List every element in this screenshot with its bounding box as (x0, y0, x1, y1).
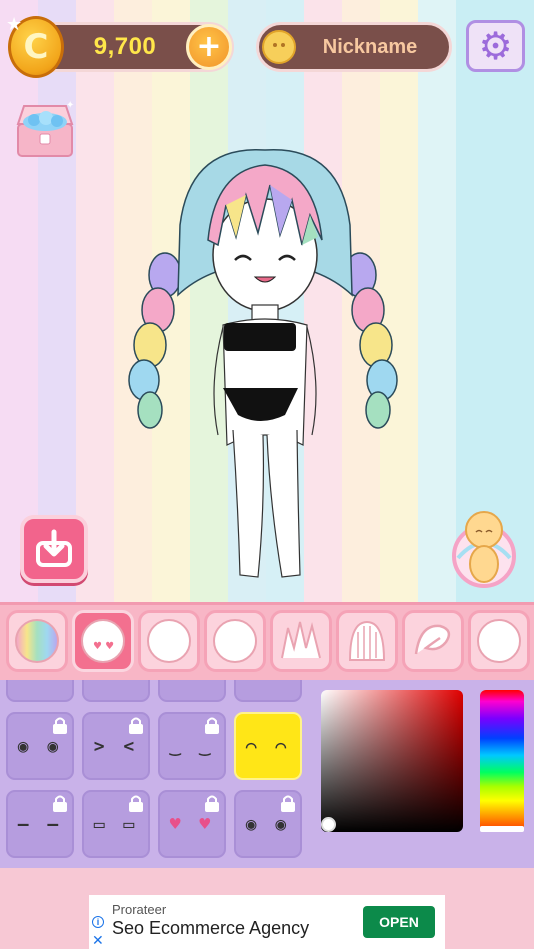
rainbow-swatch-icon (15, 619, 59, 663)
hue-slider[interactable] (480, 690, 524, 832)
lock-icon (281, 795, 295, 812)
lock-icon (205, 717, 219, 734)
smiley-face-icon (262, 30, 296, 64)
svg-text:✦: ✦ (66, 100, 74, 111)
save-download-button[interactable] (20, 515, 88, 583)
tile-partial[interactable] (6, 680, 74, 702)
lock-icon (129, 717, 143, 734)
gem-chest-icon[interactable]: ✦ (14, 96, 76, 160)
face-blank-icon (477, 619, 521, 663)
expression-tile[interactable]: — — (6, 790, 74, 858)
color-picker-handle[interactable] (321, 817, 336, 832)
expression-tile-selected[interactable]: ⌒ ⌒ (234, 712, 302, 780)
hue-slider-handle[interactable] (480, 826, 524, 832)
ad-close-icon[interactable]: ✕ (92, 932, 104, 949)
face-closed-eyes-icon (147, 619, 191, 663)
face-mouth-icon (213, 619, 257, 663)
ad-title[interactable]: Seo Ecommerce Agency (112, 918, 309, 939)
sparkle-icon: ★ (6, 14, 23, 35)
tab-face-mouth[interactable] (204, 610, 266, 672)
tab-hair-swirl[interactable] (402, 610, 464, 672)
plus-icon: + (196, 29, 222, 64)
expression-tile[interactable]: > < (82, 712, 150, 780)
download-icon (36, 529, 72, 567)
expression-tile[interactable]: ♥ ♥ (158, 790, 226, 858)
expression-preview: — — (17, 813, 63, 835)
straight-hair-icon (348, 620, 386, 661)
tile-partial[interactable] (234, 680, 302, 702)
expression-preview: > < (93, 735, 139, 757)
baby-pose-button[interactable] (448, 508, 520, 592)
rainbow-braid-left (128, 252, 182, 429)
swirl-hair-icon (414, 624, 451, 655)
lock-icon (53, 795, 67, 812)
expression-preview: ‿ ‿ (169, 735, 215, 757)
ad-open-button[interactable]: OPEN (363, 906, 435, 938)
gear-icon: ⚙ (478, 24, 513, 68)
tab-hair-straight[interactable] (336, 610, 398, 672)
ad-info-icon[interactable]: i (92, 916, 104, 928)
settings-button[interactable]: ⚙ (466, 20, 525, 72)
expression-preview: ◉ ◉ (245, 813, 291, 835)
avatar-character (128, 149, 398, 578)
add-coins-button[interactable]: + (186, 24, 232, 70)
expression-tile[interactable]: ‿ ‿ (158, 712, 226, 780)
tab-face-eyes-pink[interactable]: ♥ ♥ (72, 610, 134, 672)
tab-color-rainbow[interactable] (6, 610, 68, 672)
tab-face-closed[interactable] (138, 610, 200, 672)
tab-hair-spiky[interactable] (270, 610, 332, 672)
face-pink-eyes-icon: ♥ ♥ (81, 619, 125, 663)
coin-balance: 9,700 (93, 33, 157, 60)
tile-partial[interactable] (158, 680, 226, 702)
expression-preview: ♥ ♥ (169, 813, 215, 835)
expression-preview: ◉ ◉ (17, 735, 63, 757)
tab-face-blank[interactable] (468, 610, 530, 672)
ad-sponsor: Prorateer (112, 902, 167, 917)
expression-tile[interactable]: ◉ ◉ (6, 712, 74, 780)
lock-icon (53, 717, 67, 734)
spiky-hair-icon (281, 621, 321, 659)
tile-partial[interactable] (82, 680, 150, 702)
expression-preview: ▭ ▭ (93, 813, 139, 835)
coin-symbol: C (23, 27, 49, 67)
lock-icon (205, 795, 219, 812)
lock-icon (129, 795, 143, 812)
expression-preview: ⌒ ⌒ (245, 735, 291, 757)
expression-tile[interactable]: ◉ ◉ (234, 790, 302, 858)
nickname-label[interactable]: Nickname (300, 22, 440, 72)
expression-tile[interactable]: ▭ ▭ (82, 790, 150, 858)
color-saturation-picker[interactable] (321, 690, 463, 832)
